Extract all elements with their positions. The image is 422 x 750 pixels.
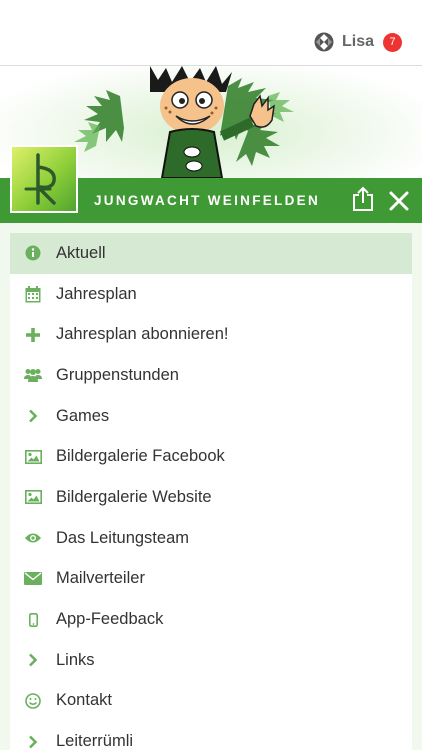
calendar-icon	[10, 285, 56, 303]
menu-item-label: Kontakt	[56, 691, 112, 710]
chevron-right-icon	[10, 653, 56, 667]
info-icon	[10, 245, 56, 261]
menu-item-label: Jahresplan	[56, 284, 137, 303]
chevron-right-icon	[10, 409, 56, 423]
menu-item-kontakt[interactable]: Kontakt	[10, 681, 412, 722]
menu-item-mailverteiler[interactable]: Mailverteiler	[10, 559, 412, 600]
menu-item-bildergalerie-website[interactable]: Bildergalerie Website	[10, 477, 412, 518]
menu-item-label: Bildergalerie Website	[56, 487, 212, 506]
app-title: JUNGWACHT WEINFELDEN	[94, 193, 320, 208]
image-icon	[10, 449, 56, 464]
menu-item-leiterruemli[interactable]: Leiterrümli	[10, 721, 412, 750]
club-logo-icon	[24, 153, 56, 205]
menu-item-label: App-Feedback	[56, 610, 164, 629]
top-bar: Lisa 7	[0, 0, 422, 66]
close-icon	[389, 191, 409, 211]
app-logo-icon	[314, 32, 334, 52]
share-icon	[353, 186, 373, 211]
eye-icon	[10, 532, 56, 544]
menu-item-games[interactable]: Games	[10, 396, 412, 437]
image-icon	[10, 490, 56, 505]
menu-item-label: Gruppenstunden	[56, 365, 179, 384]
menu-item-links[interactable]: Links	[10, 640, 412, 681]
envelope-icon	[10, 572, 56, 586]
mobile-icon	[10, 612, 56, 627]
menu-item-label: Games	[56, 406, 110, 425]
menu-item-jahresplan-abonnieren[interactable]: Jahresplan abonnieren!	[10, 314, 412, 355]
menu-item-label: Leiterrümli	[56, 732, 134, 750]
menu-item-leitungsteam[interactable]: Das Leitungsteam	[10, 518, 412, 559]
menu-item-aktuell[interactable]: Aktuell	[10, 233, 412, 274]
menu-item-label: Aktuell	[56, 243, 106, 262]
plus-icon	[10, 327, 56, 342]
menu-item-label: Jahresplan abonnieren!	[56, 325, 229, 344]
user-menu[interactable]: Lisa 7	[314, 32, 402, 52]
chevron-right-icon	[10, 735, 56, 749]
menu-item-label: Mailverteiler	[56, 569, 145, 588]
share-button[interactable]	[351, 186, 375, 212]
club-logo	[10, 145, 78, 213]
group-icon	[10, 368, 56, 383]
smiley-icon	[10, 693, 56, 709]
menu-item-label: Bildergalerie Facebook	[56, 447, 225, 466]
main-menu: Aktuell Jahresplan Jahresplan abonnieren…	[10, 233, 412, 750]
menu-item-label: Links	[56, 650, 95, 669]
menu-item-jahresplan[interactable]: Jahresplan	[10, 274, 412, 315]
menu-item-label: Das Leitungsteam	[56, 528, 189, 547]
menu-item-bildergalerie-facebook[interactable]: Bildergalerie Facebook	[10, 436, 412, 477]
menu-item-gruppenstunden[interactable]: Gruppenstunden	[10, 355, 412, 396]
notification-badge[interactable]: 7	[383, 32, 402, 52]
user-name: Lisa	[341, 33, 374, 50]
menu-item-app-feedback[interactable]: App-Feedback	[10, 599, 412, 640]
menu-panel: Aktuell Jahresplan Jahresplan abonnieren…	[0, 223, 422, 750]
close-button[interactable]	[387, 189, 411, 213]
